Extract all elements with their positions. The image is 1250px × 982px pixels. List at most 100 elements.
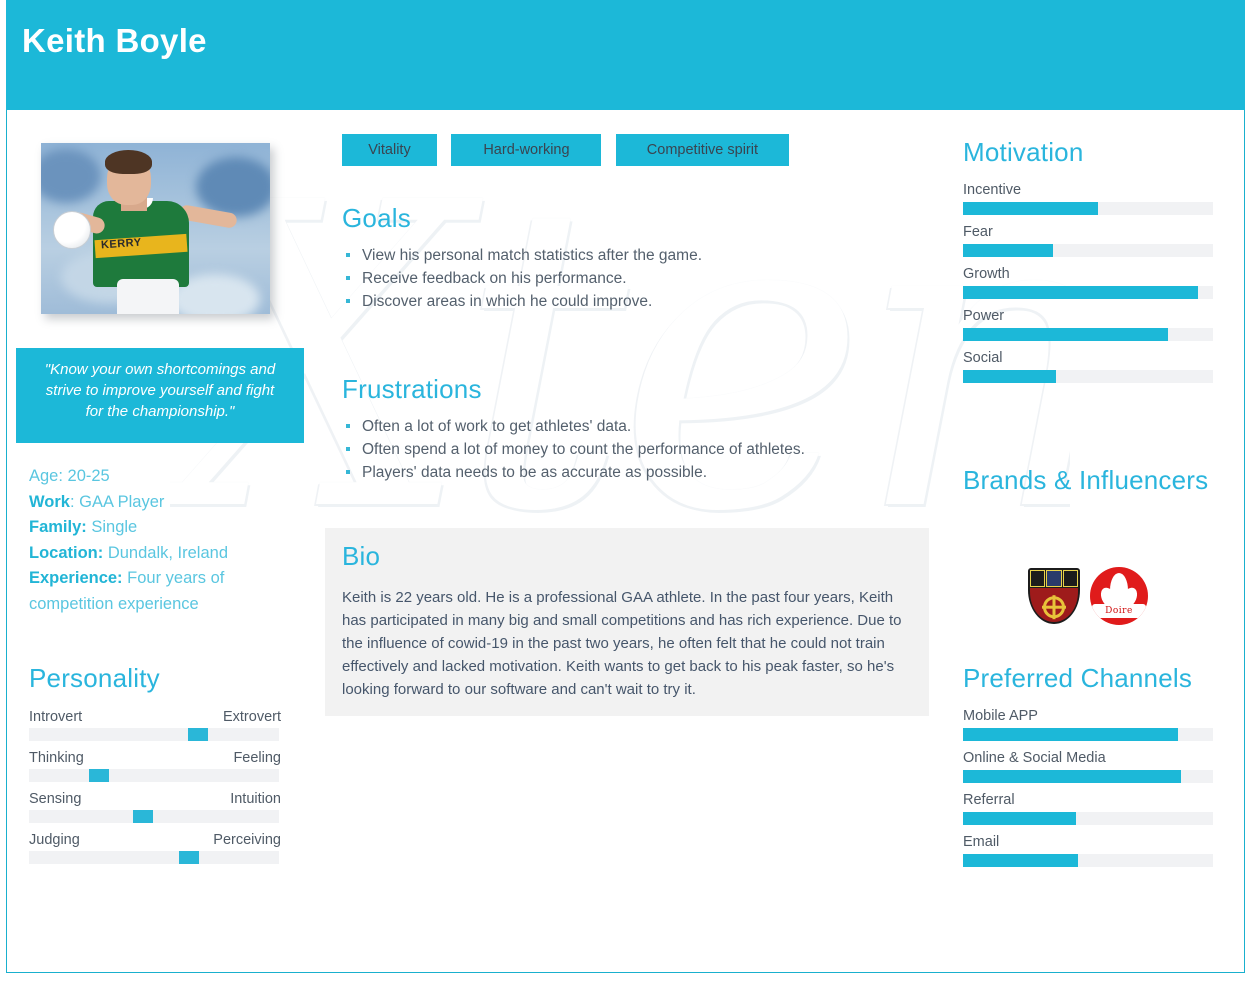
- persona-facts: Age: 20-25 Work: GAA Player Family: Sing…: [29, 464, 299, 617]
- slider-thumb[interactable]: [132, 810, 153, 823]
- bar-track[interactable]: [963, 728, 1213, 741]
- bar-fill: [963, 328, 1168, 341]
- brand-crests: Doire: [963, 560, 1213, 632]
- bar-fill: [963, 370, 1056, 383]
- bar-label: Power: [963, 308, 1005, 324]
- tag-competitive-spirit[interactable]: Competitive spirit: [615, 134, 789, 166]
- bar-track[interactable]: [963, 286, 1213, 299]
- crowd-blur: [41, 149, 101, 203]
- fact-work: Work: GAA Player: [29, 490, 299, 516]
- crest-scroll-label: Doire: [1105, 606, 1133, 616]
- bar-fill: [963, 812, 1076, 825]
- section-personality: Personality Introvert Extrovert Thinking…: [29, 662, 281, 873]
- section-preferred-channels: Preferred Channels Mobile APP Online & S…: [963, 662, 1213, 876]
- fact-value: Single: [86, 518, 138, 536]
- slider-thinking-feeling: Thinking Feeling: [29, 750, 281, 782]
- bar-track[interactable]: [963, 202, 1213, 215]
- section-title: Goals: [342, 203, 411, 233]
- slider-right-label: Extrovert: [222, 709, 281, 725]
- celtic-cross-icon: [1043, 596, 1065, 619]
- slider-right-label: Intuition: [230, 791, 281, 807]
- player-hair: [105, 150, 152, 174]
- slider-right-label: Feeling: [233, 750, 281, 766]
- bar-track[interactable]: [963, 244, 1213, 257]
- slider-left-label: Introvert: [29, 709, 83, 725]
- fact-label: Family:: [29, 518, 87, 536]
- list-item: Often a lot of work to get athletes' dat…: [342, 415, 922, 438]
- slider-track[interactable]: [29, 728, 279, 741]
- slider-judging-perceiving: Judging Perceiving: [29, 832, 281, 864]
- bar-power: Power: [963, 308, 1213, 341]
- slider-track[interactable]: [29, 810, 279, 823]
- goals-list: View his personal match statistics after…: [342, 244, 922, 313]
- channel-bars: Mobile APP Online & Social Media Referra…: [963, 708, 1213, 867]
- crest-charge: [1062, 570, 1078, 587]
- bar-label: Mobile APP: [963, 708, 1038, 724]
- fact-label: Work: [29, 492, 70, 511]
- fact-label: Experience:: [29, 569, 123, 587]
- list-item: Often spend a lot of money to count the …: [342, 438, 922, 461]
- louth-gaa-crest-icon: [1028, 568, 1080, 624]
- quote-text: "Know your own shortcomings and strive t…: [44, 361, 276, 420]
- bar-track[interactable]: [963, 770, 1213, 783]
- bar-label: Social: [963, 350, 1003, 366]
- bar-incentive: Incentive: [963, 182, 1213, 215]
- tag-vitality[interactable]: Vitality: [342, 134, 437, 166]
- persona-tags: Vitality Hard-working Competitive spirit: [342, 134, 799, 166]
- fact-value: Dundalk, Ireland: [103, 543, 228, 562]
- bar-label: Growth: [963, 266, 1010, 282]
- section-frustrations: Frustrations Often a lot of work to get …: [342, 373, 922, 484]
- bar-fear: Fear: [963, 224, 1213, 257]
- section-title: Personality: [29, 663, 160, 693]
- slider-track[interactable]: [29, 769, 279, 782]
- bio-text: Keith is 22 years old. He is a professio…: [342, 589, 902, 698]
- slider-left-label: Thinking: [29, 750, 84, 766]
- bar-fill: [963, 286, 1198, 299]
- bar-track[interactable]: [963, 854, 1213, 867]
- slider-thumb[interactable]: [178, 851, 199, 864]
- slider-left-label: Sensing: [29, 791, 82, 807]
- avatar: KERRY: [41, 143, 270, 314]
- bar-label: Online & Social Media: [963, 750, 1106, 766]
- slider-thumb[interactable]: [187, 728, 208, 741]
- slider-thumb[interactable]: [88, 769, 109, 782]
- bar-email: Email: [963, 834, 1213, 867]
- motivation-bars: Incentive Fear Growth Power Social: [963, 182, 1213, 383]
- section-title: Frustrations: [342, 374, 482, 404]
- personality-sliders: Introvert Extrovert Thinking Feeling Sen…: [29, 709, 281, 864]
- fact-label: Location:: [29, 543, 104, 562]
- section-motivation: Motivation Incentive Fear Growth Power S…: [963, 136, 1213, 392]
- list-item: View his personal match statistics after…: [342, 244, 922, 267]
- crest-charge: [1046, 570, 1062, 587]
- bar-label: Email: [963, 834, 1000, 850]
- fact-value: 20-25: [62, 467, 110, 485]
- fact-location: Location: Dundalk, Ireland: [29, 541, 299, 567]
- bar-referral: Referral: [963, 792, 1213, 825]
- list-item: Discover areas in which he could improve…: [342, 290, 922, 313]
- persona-quote: "Know your own shortcomings and strive t…: [16, 348, 304, 443]
- bar-track[interactable]: [963, 370, 1213, 383]
- bar-track[interactable]: [963, 328, 1213, 341]
- derry-gaa-crest-icon: Doire: [1090, 567, 1148, 625]
- bar-mobile-app: Mobile APP: [963, 708, 1213, 741]
- persona-page: Xtensio Keith Boyle KERRY: [0, 0, 1250, 982]
- fact-family: Family: Single: [29, 515, 299, 541]
- tag-hard-working[interactable]: Hard-working: [451, 134, 602, 166]
- bar-label: Incentive: [963, 182, 1022, 198]
- slider-left-label: Judging: [29, 832, 80, 848]
- bar-fill: [963, 244, 1053, 257]
- bar-fill: [963, 728, 1178, 741]
- bar-fill: [963, 770, 1181, 783]
- bar-track[interactable]: [963, 812, 1213, 825]
- slider-track[interactable]: [29, 851, 279, 864]
- bar-label: Fear: [963, 224, 993, 240]
- player-shorts: [117, 279, 179, 314]
- fact-age: Age: 20-25: [29, 464, 299, 490]
- bar-growth: Growth: [963, 266, 1213, 299]
- bar-fill: [963, 202, 1098, 215]
- section-title: Brands & Influencers: [963, 465, 1209, 495]
- fact-label: Age:: [29, 467, 63, 485]
- bar-online-social-media: Online & Social Media: [963, 750, 1213, 783]
- section-title: Bio: [342, 541, 381, 571]
- section-title: Motivation: [963, 137, 1084, 167]
